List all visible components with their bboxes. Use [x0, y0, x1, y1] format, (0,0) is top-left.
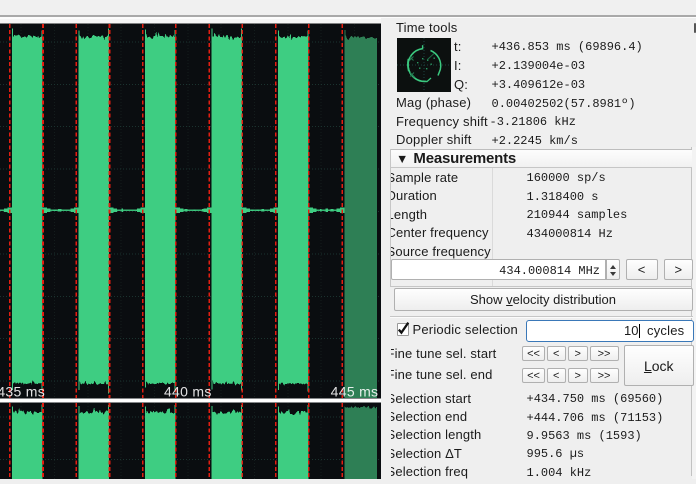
svg-text:445 ms: 445 ms — [331, 384, 379, 400]
svg-text:435 ms: 435 ms — [0, 384, 45, 400]
svg-text:440 ms: 440 ms — [164, 384, 212, 400]
